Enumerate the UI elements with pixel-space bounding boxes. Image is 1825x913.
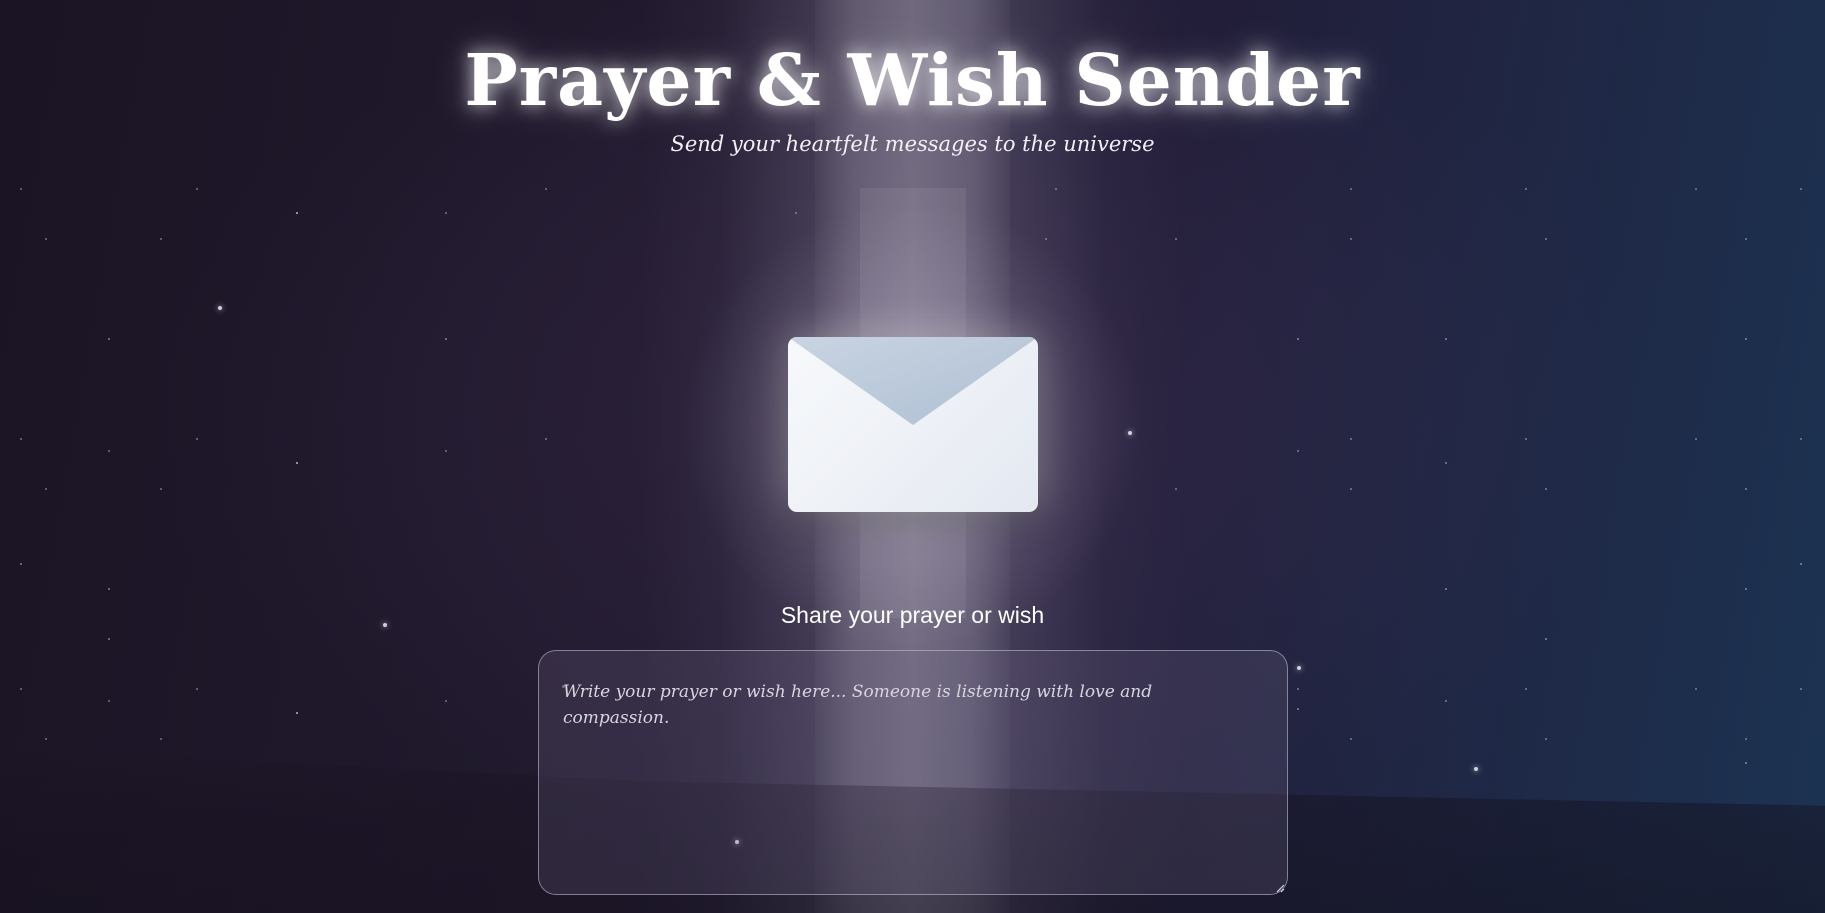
star bbox=[445, 450, 447, 452]
star bbox=[45, 738, 47, 740]
star bbox=[1695, 688, 1697, 690]
star bbox=[160, 488, 162, 490]
star bbox=[108, 700, 110, 702]
star bbox=[1545, 488, 1547, 490]
star bbox=[1800, 688, 1802, 690]
star bbox=[1297, 450, 1299, 452]
star bbox=[1350, 488, 1352, 490]
star bbox=[1800, 188, 1802, 190]
star bbox=[1545, 238, 1547, 240]
star bbox=[1800, 438, 1802, 440]
star bbox=[1445, 338, 1447, 340]
star bbox=[1745, 338, 1747, 340]
star bbox=[1695, 438, 1697, 440]
star bbox=[296, 212, 298, 214]
star bbox=[160, 738, 162, 740]
envelope-flap-icon bbox=[788, 337, 1038, 425]
star bbox=[20, 438, 22, 440]
star bbox=[445, 338, 447, 340]
star bbox=[545, 188, 547, 190]
star bbox=[1545, 738, 1547, 740]
star bbox=[1445, 588, 1447, 590]
page-subtitle: Send your heartfelt messages to the univ… bbox=[670, 132, 1155, 156]
star bbox=[20, 688, 22, 690]
star bbox=[108, 338, 110, 340]
star bbox=[1297, 688, 1299, 690]
prompt-label: Share your prayer or wish bbox=[780, 602, 1045, 628]
star bbox=[545, 438, 547, 440]
star bbox=[45, 238, 47, 240]
star bbox=[296, 462, 298, 464]
star bbox=[1128, 431, 1132, 435]
star bbox=[1175, 238, 1177, 240]
star bbox=[108, 450, 110, 452]
star bbox=[296, 462, 298, 464]
star bbox=[1445, 700, 1447, 702]
star bbox=[1745, 488, 1747, 490]
star bbox=[45, 488, 47, 490]
star bbox=[1525, 188, 1527, 190]
star bbox=[1350, 438, 1352, 440]
star bbox=[196, 688, 198, 690]
star bbox=[296, 712, 298, 714]
star bbox=[1445, 462, 1447, 464]
star bbox=[1175, 488, 1177, 490]
star bbox=[1297, 338, 1299, 340]
page-title: Prayer & Wish Sender bbox=[464, 38, 1361, 122]
star bbox=[1800, 563, 1802, 565]
star bbox=[1045, 238, 1047, 240]
star bbox=[20, 563, 22, 565]
star bbox=[1695, 188, 1697, 190]
envelope-icon[interactable] bbox=[788, 337, 1038, 512]
star bbox=[108, 588, 110, 590]
star bbox=[1745, 738, 1747, 740]
star bbox=[1745, 588, 1747, 590]
star bbox=[196, 188, 198, 190]
star bbox=[196, 438, 198, 440]
star bbox=[1350, 188, 1352, 190]
star bbox=[108, 638, 110, 640]
star bbox=[795, 212, 797, 214]
star bbox=[20, 188, 22, 190]
star bbox=[1745, 762, 1747, 764]
star bbox=[296, 712, 298, 714]
star bbox=[1525, 688, 1527, 690]
star bbox=[1297, 708, 1299, 710]
star bbox=[1350, 738, 1352, 740]
star bbox=[1545, 638, 1547, 640]
star bbox=[1474, 767, 1478, 771]
star bbox=[1297, 666, 1301, 670]
star bbox=[160, 238, 162, 240]
message-input[interactable] bbox=[538, 650, 1288, 895]
star bbox=[1525, 438, 1527, 440]
star bbox=[1350, 238, 1352, 240]
star bbox=[445, 700, 447, 702]
star bbox=[218, 306, 222, 310]
star bbox=[445, 212, 447, 214]
star bbox=[1745, 238, 1747, 240]
star bbox=[1055, 188, 1057, 190]
star bbox=[296, 212, 298, 214]
